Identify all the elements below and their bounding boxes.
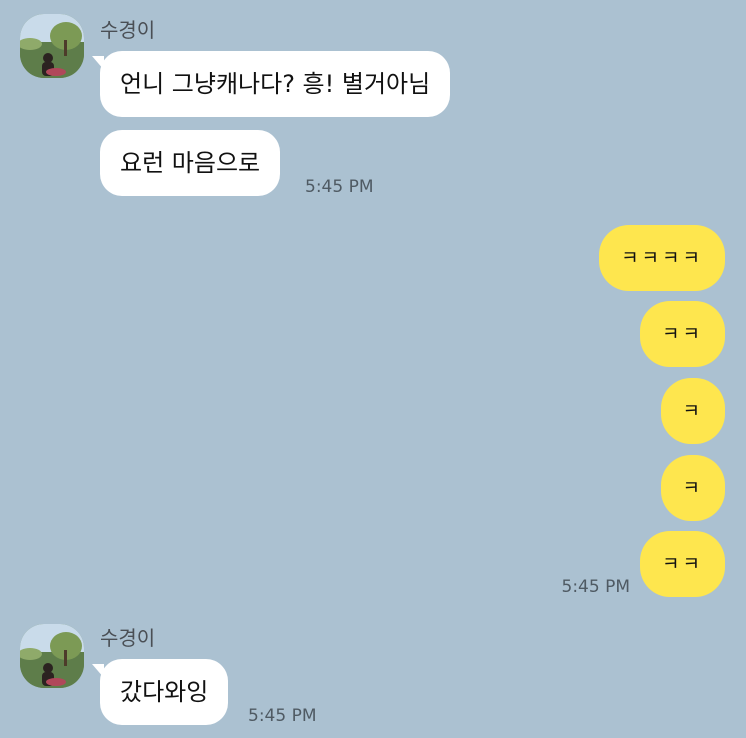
outgoing-message-bubble[interactable]: ㅋ	[660, 378, 725, 444]
incoming-message-bubble[interactable]: 언니 그냥캐나다? 흥! 별거아님	[100, 51, 451, 117]
incoming-message-bubble[interactable]: 갔다와잉	[100, 659, 229, 725]
sender-avatar[interactable]	[20, 624, 84, 688]
message-timestamp: 5:45 PM	[561, 577, 631, 597]
outgoing-message-bubble[interactable]: ㅋㅋ	[640, 531, 725, 597]
sender-name: 수경이	[100, 18, 156, 42]
outgoing-message-bubble[interactable]: ㅋㅋ	[640, 301, 725, 367]
incoming-message-bubble[interactable]: 요런 마음으로	[100, 130, 281, 196]
outgoing-message-bubble[interactable]: ㅋ	[660, 455, 725, 521]
message-timestamp: 5:45 PM	[248, 706, 317, 726]
sender-avatar[interactable]	[20, 14, 84, 78]
message-timestamp: 5:45 PM	[305, 177, 374, 197]
sender-name: 수경이	[100, 626, 156, 650]
outgoing-message-bubble[interactable]: ㅋㅋㅋㅋ	[599, 225, 725, 291]
